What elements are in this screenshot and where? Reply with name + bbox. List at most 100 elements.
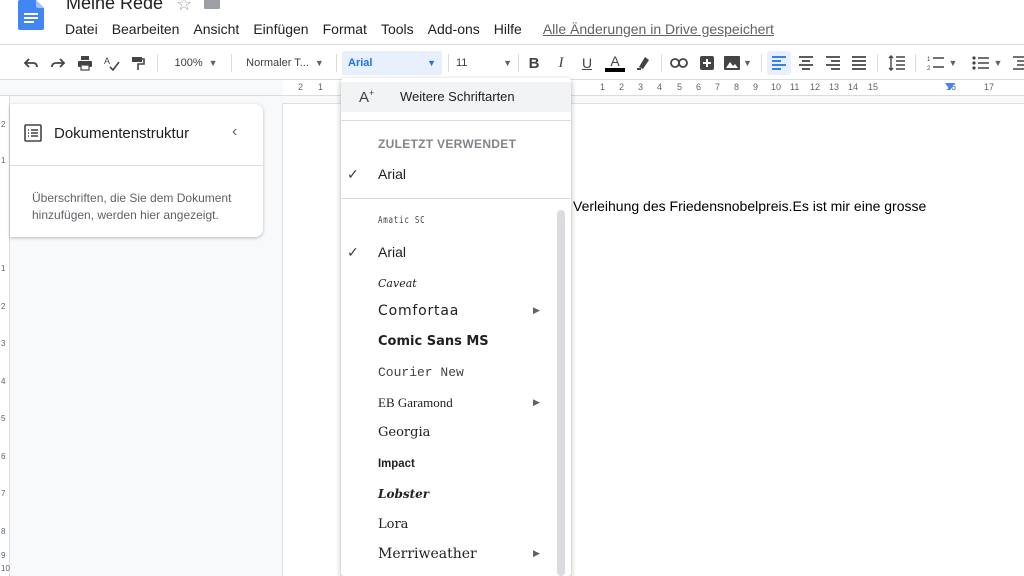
font-item-label: Lobster	[378, 487, 430, 501]
ruler-number: 2	[619, 82, 625, 92]
paragraph-style-select[interactable]: Normaler T... ▼	[240, 51, 330, 75]
right-indent-marker[interactable]	[945, 83, 955, 90]
check-icon: ✓	[347, 244, 359, 260]
toolbar-divider	[448, 54, 449, 72]
ruler-number: 12	[810, 82, 821, 92]
recent-font-item-arial[interactable]: ✓ Arial	[341, 160, 556, 190]
more-fonts-item[interactable]: A+ Weitere Schriftarten	[341, 82, 571, 112]
font-item-lobster[interactable]: Lobster	[341, 480, 556, 510]
ruler-number: 8	[734, 82, 740, 92]
vertical-ruler[interactable]: 2 1 1 2 3 4 5 6 7 8 9 10	[0, 96, 10, 576]
ruler-number: 8	[1, 527, 6, 536]
menu-ansicht[interactable]: Ansicht	[186, 21, 246, 37]
document-title[interactable]: Meine Rede	[66, 0, 163, 14]
decrease-indent-icon[interactable]	[1012, 51, 1024, 75]
font-item-comfortaa[interactable]: Comfortaa ▶	[341, 297, 556, 327]
star-icon[interactable]: ☆	[176, 0, 192, 15]
ruler-number: 7	[715, 82, 721, 92]
ruler-number: 2	[1, 302, 6, 311]
menu-divider	[341, 120, 571, 121]
svg-text:2: 2	[927, 66, 931, 71]
menu-hilfe[interactable]: Hilfe	[487, 21, 529, 37]
align-center-icon[interactable]	[795, 51, 817, 75]
docs-logo-icon[interactable]	[18, 0, 44, 30]
undo-icon[interactable]	[20, 51, 42, 75]
paint-format-icon[interactable]	[127, 51, 149, 75]
font-item-arial[interactable]: ✓ Arial	[341, 238, 556, 268]
menu-addons[interactable]: Add-ons	[421, 21, 487, 37]
font-item-eb-garamond[interactable]: EB Garamond ▶	[341, 389, 556, 419]
menu-format[interactable]: Format	[316, 21, 374, 37]
chevron-left-icon[interactable]: ‹	[232, 123, 237, 141]
outline-list-icon	[24, 124, 42, 142]
ruler-number: 4	[1, 377, 6, 386]
svg-text:1: 1	[927, 57, 931, 63]
chevron-down-icon: ▼	[427, 58, 436, 68]
menu-tools[interactable]: Tools	[374, 21, 421, 37]
ruler-number: 13	[829, 82, 840, 92]
ruler-number: 15	[868, 82, 879, 92]
line-spacing-icon[interactable]	[885, 51, 909, 75]
font-item-label: Caveat	[378, 277, 417, 290]
submenu-arrow-icon: ▶	[533, 305, 540, 315]
chevron-down-icon: ▼	[208, 58, 218, 68]
link-icon[interactable]	[668, 51, 690, 75]
font-item-courier-new[interactable]: Courier New	[341, 359, 556, 389]
align-left-icon[interactable]	[767, 51, 791, 75]
menu-scrollbar[interactable]	[557, 210, 565, 576]
insert-image-icon[interactable]: ▼	[722, 51, 754, 75]
bulleted-list-icon[interactable]: ▼	[967, 51, 1007, 75]
document-text[interactable]: Verleihung des Friedensnobelpreis.Es ist…	[573, 198, 926, 214]
font-item-caveat[interactable]: Caveat	[341, 269, 556, 299]
ruler-number: 4	[657, 82, 663, 92]
font-item-merriweather[interactable]: Merriweather ▶	[341, 540, 556, 570]
check-icon: ✓	[347, 166, 359, 182]
redo-icon[interactable]	[47, 51, 69, 75]
font-size-select[interactable]: 11 ▼	[456, 51, 512, 75]
outline-divider	[10, 165, 263, 166]
outline-hint: Überschriften, die Sie dem Dokument hinz…	[32, 191, 232, 222]
ruler-number: 9	[753, 82, 759, 92]
insert-comment-icon[interactable]	[696, 51, 718, 75]
font-item-impact[interactable]: Impact	[341, 449, 556, 479]
font-item-label: Merriweather	[378, 546, 477, 562]
font-item-label: Amatic SC	[378, 215, 426, 226]
font-item-georgia[interactable]: Georgia	[341, 419, 556, 449]
ruler-number: 6	[696, 82, 702, 92]
zoom-select[interactable]: 100% ▼	[168, 51, 224, 75]
bold-icon[interactable]: B	[523, 51, 545, 75]
ruler-number: 5	[677, 82, 683, 92]
recent-fonts-header: ZULETZT VERWENDET	[378, 137, 517, 151]
underline-icon[interactable]: U	[576, 51, 598, 75]
font-item-lora[interactable]: Lora	[341, 511, 556, 541]
italic-icon[interactable]: I	[550, 51, 572, 75]
font-item-label: Georgia	[378, 425, 431, 440]
font-item-amatic-sc[interactable]: Amatic SC	[341, 207, 556, 237]
ruler-number: 1	[600, 82, 606, 92]
menu-bearbeiten[interactable]: Bearbeiten	[105, 21, 187, 37]
highlight-icon[interactable]	[632, 51, 654, 75]
toolbar-divider	[231, 54, 232, 72]
font-select[interactable]: Arial ▼	[342, 51, 442, 75]
folder-icon[interactable]	[204, 0, 220, 9]
menu-datei[interactable]: Datei	[58, 21, 105, 37]
more-fonts-label: Weitere Schriftarten	[400, 89, 515, 104]
submenu-arrow-icon: ▶	[533, 397, 540, 407]
font-item-comic-sans-ms[interactable]: Comic Sans MS	[341, 328, 556, 358]
toolbar-divider	[877, 54, 878, 72]
ruler-number: 7	[1, 489, 6, 498]
font-item-label: Arial	[378, 244, 407, 260]
spellcheck-icon[interactable]: A	[101, 51, 123, 75]
font-value: Arial	[348, 57, 373, 69]
google-docs-window: Meine Rede ☆ Datei Bearbeiten Ansicht Ei…	[0, 0, 1024, 576]
menu-einfuegen[interactable]: Einfügen	[246, 21, 315, 37]
save-status-link[interactable]: Alle Änderungen in Drive gespeichert	[543, 21, 774, 37]
text-color-icon[interactable]: A	[603, 51, 627, 75]
align-right-icon[interactable]	[822, 51, 844, 75]
ruler-number: 2	[298, 82, 304, 92]
font-size-value: 11	[456, 57, 468, 69]
font-item-label: Lora	[378, 517, 409, 532]
align-justify-icon[interactable]	[848, 51, 870, 75]
print-icon[interactable]	[74, 51, 96, 75]
numbered-list-icon[interactable]: 1 2 ▼	[922, 51, 962, 75]
